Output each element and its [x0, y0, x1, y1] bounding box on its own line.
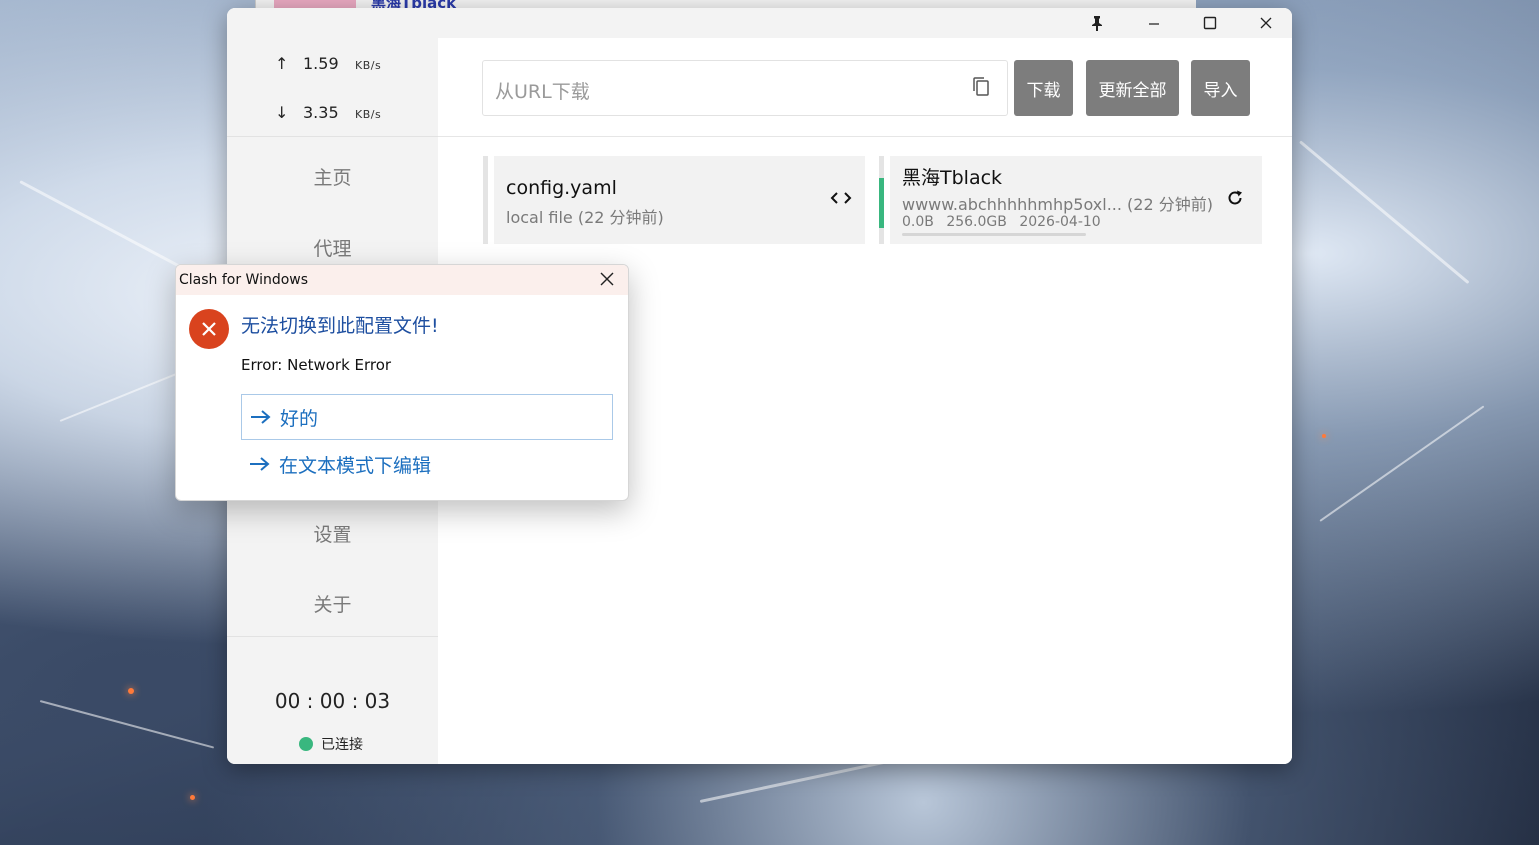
- profile-indicator: [879, 228, 884, 244]
- ok-option-label: 好的: [280, 407, 319, 430]
- error-icon: [189, 309, 229, 349]
- minimize-icon[interactable]: [1131, 8, 1177, 38]
- dialog-message: Error: Network Error: [241, 356, 392, 374]
- profile-card-config-yaml[interactable]: config.yaml local file (22 分钟前): [494, 156, 865, 244]
- profile-subtitle: local file (22 分钟前): [506, 208, 664, 227]
- close-icon[interactable]: [1243, 8, 1289, 38]
- import-button[interactable]: 导入: [1191, 60, 1250, 116]
- profile-name: config.yaml: [506, 177, 617, 199]
- arrow-right-icon: [251, 410, 271, 424]
- upload-speed-unit: KB/s: [355, 59, 382, 72]
- profile-active-indicator: [879, 178, 884, 228]
- sidebar-divider: [227, 136, 438, 137]
- sidebar-item-settings[interactable]: 设置: [227, 520, 438, 547]
- arrow-right-icon: [250, 457, 270, 471]
- status-dot-icon: [299, 737, 313, 751]
- sidebar-item-home[interactable]: 主页: [227, 163, 438, 190]
- download-button[interactable]: 下载: [1014, 60, 1073, 116]
- dialog-heading: 无法切换到此配置文件!: [241, 315, 439, 337]
- dialog-title: Clash for Windows: [179, 272, 309, 288]
- profile-total: 256.0GB: [946, 214, 1007, 230]
- sidebar-item-proxy[interactable]: 代理: [227, 234, 438, 261]
- url-input-placeholder: 从URL下载: [495, 81, 590, 103]
- edit-text-mode-option-label: 在文本模式下编辑: [279, 454, 432, 477]
- refresh-icon[interactable]: [1226, 189, 1244, 211]
- profile-name: 黑海Tblack: [902, 167, 1003, 189]
- error-dialog: Clash for Windows 无法切换到此配置文件! Error: Net…: [175, 264, 629, 501]
- profile-subtitle: wwww.abchhhhhmhp5oxl... (22 分钟前): [902, 195, 1213, 214]
- update-all-button[interactable]: 更新全部: [1086, 60, 1179, 116]
- maximize-icon[interactable]: [1187, 8, 1233, 38]
- download-speed-value: 3.35: [303, 103, 339, 122]
- status-label: 已连接: [321, 737, 363, 753]
- usage-progress-bar: [902, 233, 1086, 236]
- title-bar[interactable]: [227, 8, 1292, 38]
- pin-icon[interactable]: [1074, 8, 1120, 38]
- sidebar-divider: [227, 636, 438, 637]
- dialog-close-icon[interactable]: [598, 270, 616, 292]
- upload-arrow-icon: ↑: [275, 54, 289, 73]
- sidebar-item-about[interactable]: 关于: [227, 590, 438, 617]
- profile-used: 0.0B: [902, 214, 934, 230]
- toolbar-divider: [438, 136, 1292, 137]
- profile-expire: 2026-04-10: [1019, 214, 1101, 230]
- profile-indicator: [879, 156, 884, 178]
- connection-timer: 00 : 00 : 03: [274, 689, 391, 713]
- edit-text-mode-option-button[interactable]: 在文本模式下编辑: [241, 441, 613, 487]
- profile-usage: 0.0B 256.0GB 2026-04-10: [902, 214, 1101, 230]
- ok-option-button[interactable]: 好的: [241, 394, 613, 440]
- dialog-title-bar[interactable]: Clash for Windows: [176, 265, 628, 295]
- download-speed: ↓ 3.35 KB/s: [275, 103, 381, 122]
- connection-status[interactable]: 已连接: [299, 734, 363, 754]
- profile-card-tblack[interactable]: 黑海Tblack wwww.abchhhhhmhp5oxl... (22 分钟前…: [890, 156, 1262, 244]
- paste-icon[interactable]: [971, 76, 991, 102]
- download-speed-unit: KB/s: [355, 108, 382, 121]
- upload-speed-value: 1.59: [303, 54, 339, 73]
- code-icon[interactable]: [830, 190, 852, 210]
- profile-indicator: [483, 156, 488, 244]
- url-input[interactable]: 从URL下载: [482, 60, 1008, 116]
- download-arrow-icon: ↓: [275, 103, 289, 122]
- upload-speed: ↑ 1.59 KB/s: [275, 54, 381, 73]
